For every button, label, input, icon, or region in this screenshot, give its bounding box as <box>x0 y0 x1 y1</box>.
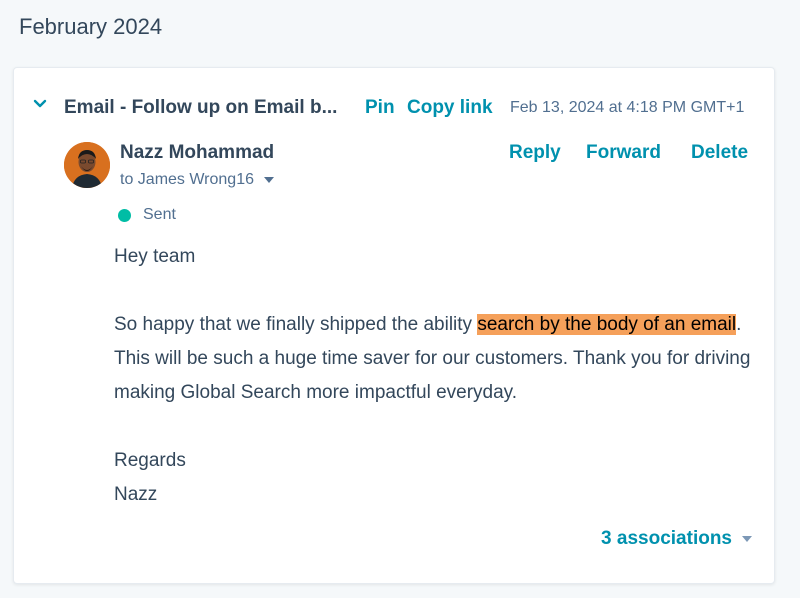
reply-button[interactable]: Reply <box>509 142 561 164</box>
delete-button[interactable]: Delete <box>691 142 748 164</box>
email-timestamp: Feb 13, 2024 at 4:18 PM GMT+1 <box>510 99 745 116</box>
forward-button[interactable]: Forward <box>586 142 661 164</box>
status-dot-icon <box>118 208 131 222</box>
activity-header: Email - Follow up on Email b... Pin Copy… <box>14 68 774 146</box>
chevron-down-icon[interactable] <box>32 98 48 110</box>
status-indicator: Sent <box>118 206 176 224</box>
associations-label: 3 associations <box>601 528 732 549</box>
email-signoff: Regards <box>114 450 186 471</box>
caret-down-icon <box>742 536 752 542</box>
email-activity-card: Email - Follow up on Email b... Pin Copy… <box>13 67 775 584</box>
sender-name: Nazz Mohammad <box>120 142 275 163</box>
recipient-label: to James Wrong16 <box>120 171 254 188</box>
copy-link-button[interactable]: Copy link <box>407 97 493 119</box>
recipient-dropdown[interactable]: to James Wrong16 <box>120 171 274 189</box>
email-paragraph: So happy that we finally shipped the abi… <box>114 308 754 410</box>
email-title[interactable]: Email - Follow up on Email b... <box>64 97 360 119</box>
status-label: Sent <box>143 206 176 223</box>
email-body: Hey team So happy that we finally shippe… <box>114 240 754 512</box>
associations-dropdown[interactable]: 3 associations <box>601 528 752 550</box>
email-signature: Nazz <box>114 484 158 505</box>
paragraph-text-before: So happy that we finally shipped the abi… <box>114 314 478 335</box>
caret-down-icon <box>264 177 274 183</box>
pin-button[interactable]: Pin <box>365 97 395 119</box>
avatar <box>64 142 110 188</box>
email-greeting: Hey team <box>114 246 196 267</box>
search-highlight: search by the body of an email <box>477 314 737 335</box>
month-heading: February 2024 <box>19 14 163 39</box>
